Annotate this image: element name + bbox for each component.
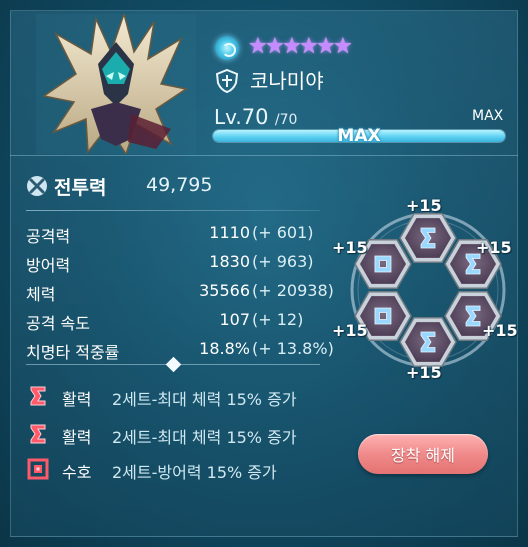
shield-cross-icon <box>215 68 239 94</box>
stat-name: 체력 <box>26 285 56 304</box>
equipment-enhance-label: +15 <box>332 321 368 340</box>
stat-name: 공격력 <box>26 227 71 246</box>
max-level-label: MAX <box>472 108 504 124</box>
set-effect-name: 활력 <box>62 428 92 447</box>
stat-base-value: 18.8% <box>199 339 250 358</box>
hero-portrait <box>36 14 196 154</box>
combat-power-label: 전투력 <box>54 177 107 199</box>
combat-power-value: 49,795 <box>146 174 213 196</box>
stat-row-attack-speed: 공격 속도 107 (+ 12) <box>26 306 336 334</box>
stat-base-value: 1110 <box>209 223 250 242</box>
equipment-cluster: +15 +15 +15 +15 +15 +15 <box>332 196 524 382</box>
set-effect-description: 2세트-최대 체력 15% 증가 <box>112 428 297 447</box>
stat-base-value: 1830 <box>209 252 250 271</box>
stat-name: 공격 속도 <box>26 314 90 333</box>
set-effect-description: 2세트-최대 체력 15% 증가 <box>112 390 297 409</box>
hero-name: 코나미야 <box>250 69 324 93</box>
equipment-enhance-label: +15 <box>482 321 518 340</box>
star-icon: ★ <box>333 34 353 59</box>
equipment-slot-top[interactable] <box>399 213 457 263</box>
star-icon: ★ <box>248 34 268 59</box>
star-rating: ★ ★ ★ ★ ★ ★ <box>248 34 353 59</box>
equipment-enhance-label: +15 <box>332 238 368 257</box>
stat-base-value: 35566 <box>199 281 250 300</box>
stat-row-crit-rate: 치명타 적중률 18.8% (+ 13.8%) <box>26 335 336 363</box>
stat-base-value: 107 <box>219 310 250 329</box>
stat-row-defense: 방어력 1830 (+ 963) <box>26 248 336 276</box>
stat-bonus-value: (+ 601) <box>252 223 314 242</box>
stat-name: 방어력 <box>26 256 71 275</box>
set-effect-name: 수호 <box>62 463 92 482</box>
stat-row-attack: 공격력 1110 (+ 601) <box>26 219 336 247</box>
star-icon: ★ <box>265 34 285 59</box>
stat-bonus-value: (+ 13.8%) <box>252 339 334 358</box>
stat-bonus-value: (+ 20938) <box>252 281 334 300</box>
equipment-slot-bottom[interactable] <box>399 317 457 367</box>
stat-bonus-value: (+ 963) <box>252 252 314 271</box>
star-icon: ★ <box>299 34 319 59</box>
set-effect-description: 2세트-방어력 15% 증가 <box>112 463 277 482</box>
stat-name: 치명타 적중률 <box>26 343 120 362</box>
equipment-ring <box>350 212 506 368</box>
equipment-enhance-label: +15 <box>476 238 512 257</box>
unequip-button[interactable]: 장착 해제 <box>358 434 488 474</box>
combat-power-divider <box>26 210 320 211</box>
exp-bar-text: MAX <box>337 126 381 146</box>
stat-row-health: 체력 35566 (+ 20938) <box>26 277 336 305</box>
guard-square-icon <box>27 458 49 480</box>
combat-power-icon <box>27 176 47 196</box>
star-icon: ★ <box>316 34 336 59</box>
header-divider <box>10 155 518 156</box>
set-effect-row: 활력 2세트-최대 체력 15% 증가 <box>26 382 346 412</box>
set-effect-row: 활력 2세트-최대 체력 15% 증가 <box>26 420 346 450</box>
star-icon: ★ <box>282 34 302 59</box>
equipment-enhance-label: +15 <box>406 196 442 215</box>
vitality-sigma-icon <box>30 386 46 406</box>
stat-bonus-value: (+ 12) <box>252 310 304 329</box>
water-element-icon <box>215 36 239 60</box>
set-effect-row: 수호 2세트-방어력 15% 증가 <box>26 455 346 485</box>
vitality-sigma-icon <box>30 424 46 444</box>
set-effect-name: 활력 <box>62 390 92 409</box>
equipment-enhance-label: +15 <box>406 363 442 382</box>
